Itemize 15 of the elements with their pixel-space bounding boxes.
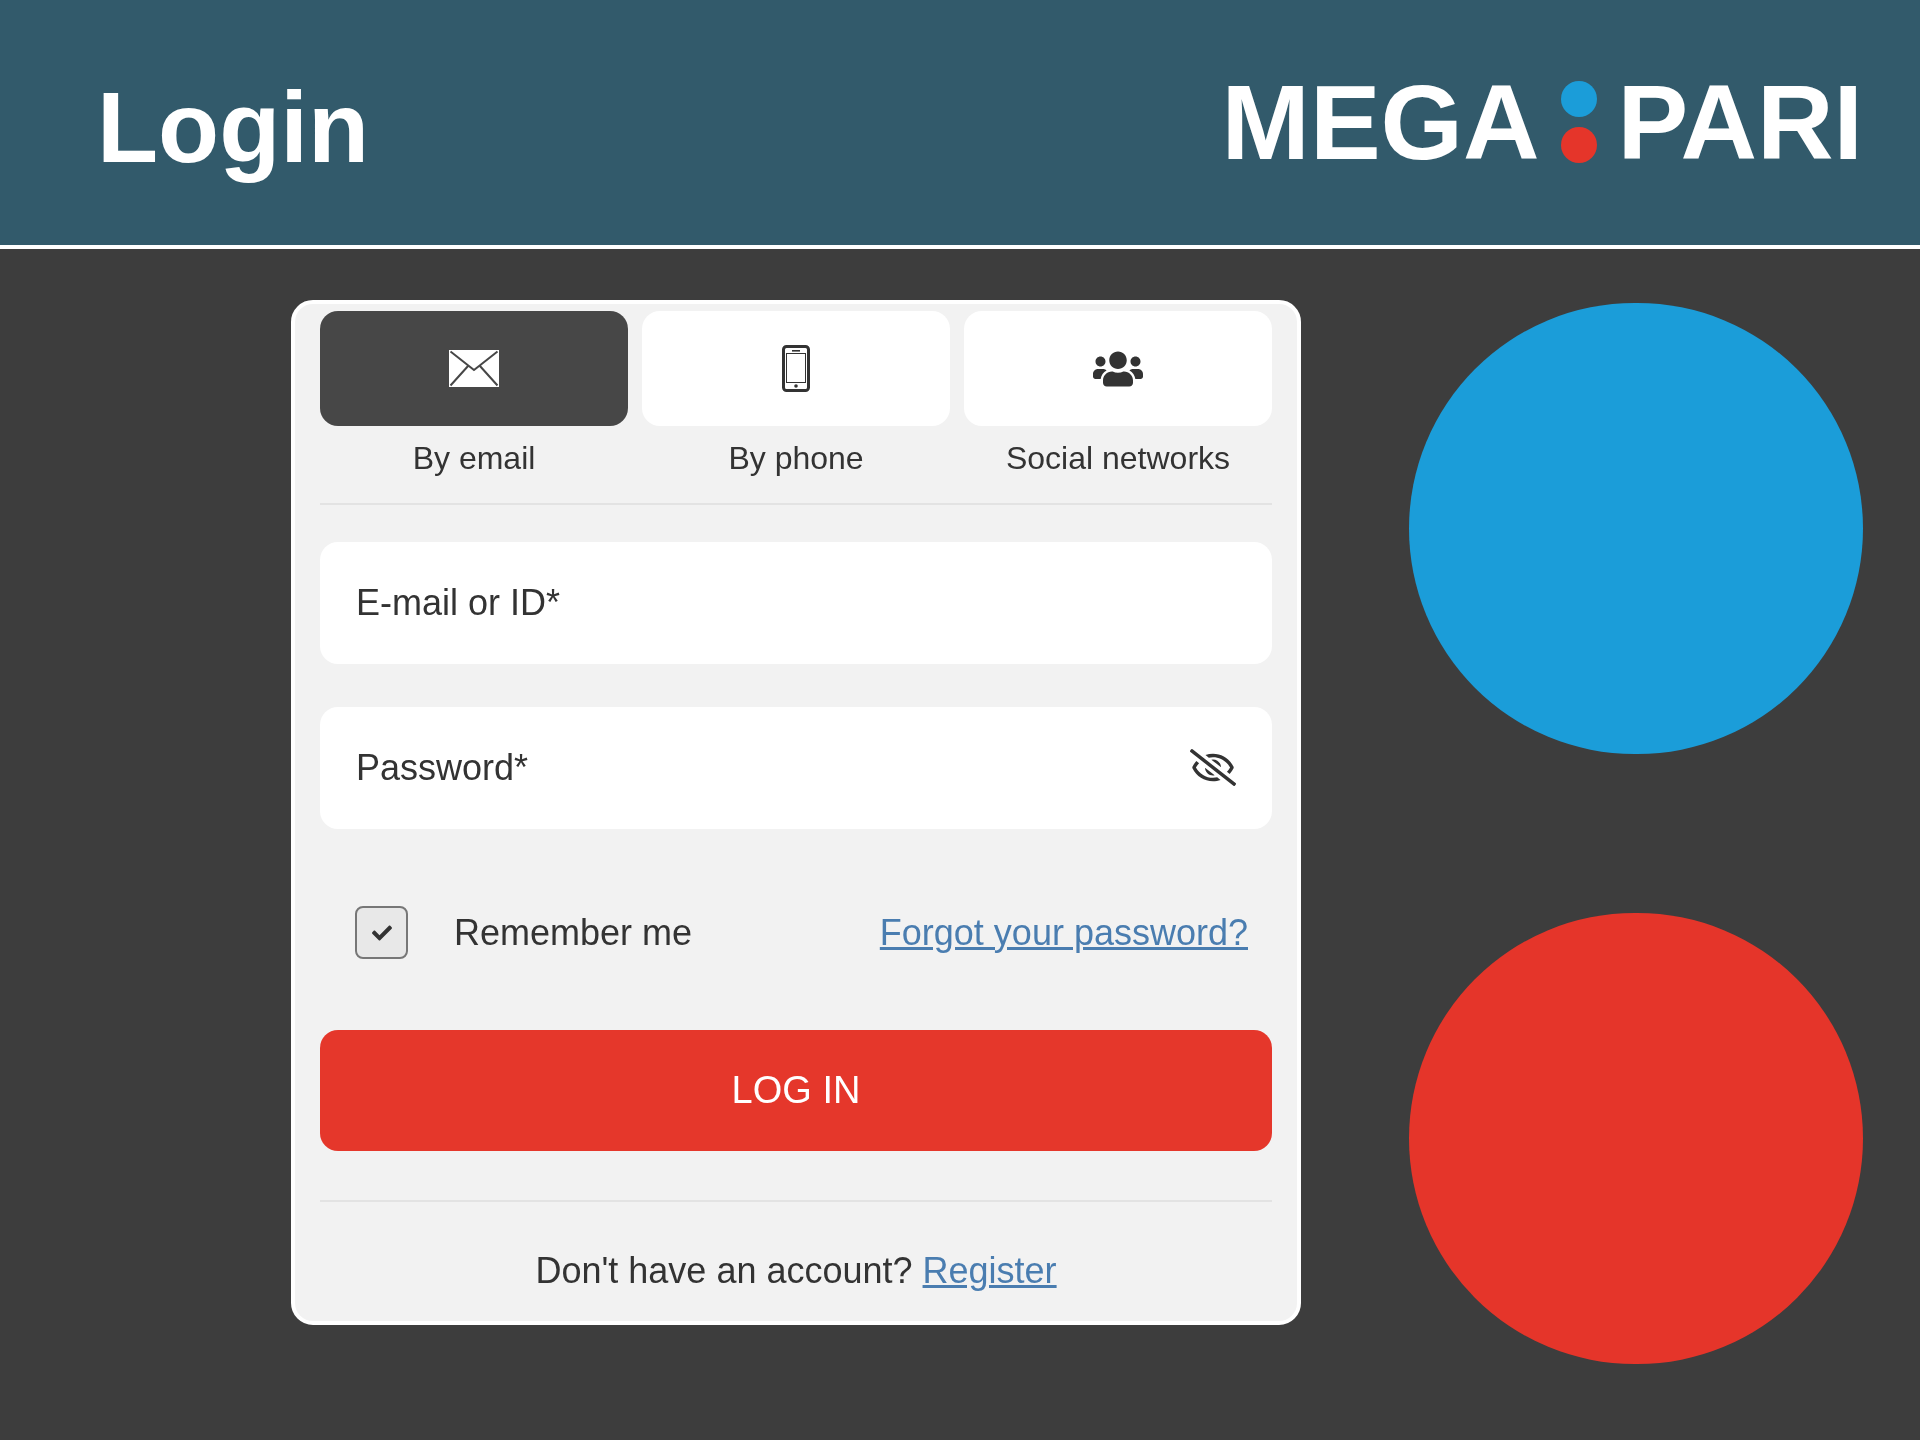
logo-text: MEGA	[1221, 61, 1540, 183]
password-field[interactable]: Password*	[320, 707, 1272, 829]
phone-icon	[782, 345, 810, 392]
register-prompt: Don't have an account? Register	[534, 1250, 1058, 1292]
register-link[interactable]: Register	[922, 1250, 1057, 1291]
email-field[interactable]: E-mail or ID*	[320, 542, 1272, 664]
forgot-password-link[interactable]: Forgot your password?	[879, 911, 1248, 954]
envelope-icon	[449, 350, 499, 387]
page-title: Login	[97, 70, 370, 185]
login-button[interactable]: LOG IN	[320, 1030, 1272, 1151]
logo-text: PARI	[1617, 61, 1863, 183]
remember-checkbox[interactable]	[355, 906, 408, 959]
eye-slash-icon[interactable]	[1190, 749, 1236, 786]
checkbox-label: Remember me	[454, 911, 693, 954]
logo-dots-icon	[1560, 81, 1597, 164]
